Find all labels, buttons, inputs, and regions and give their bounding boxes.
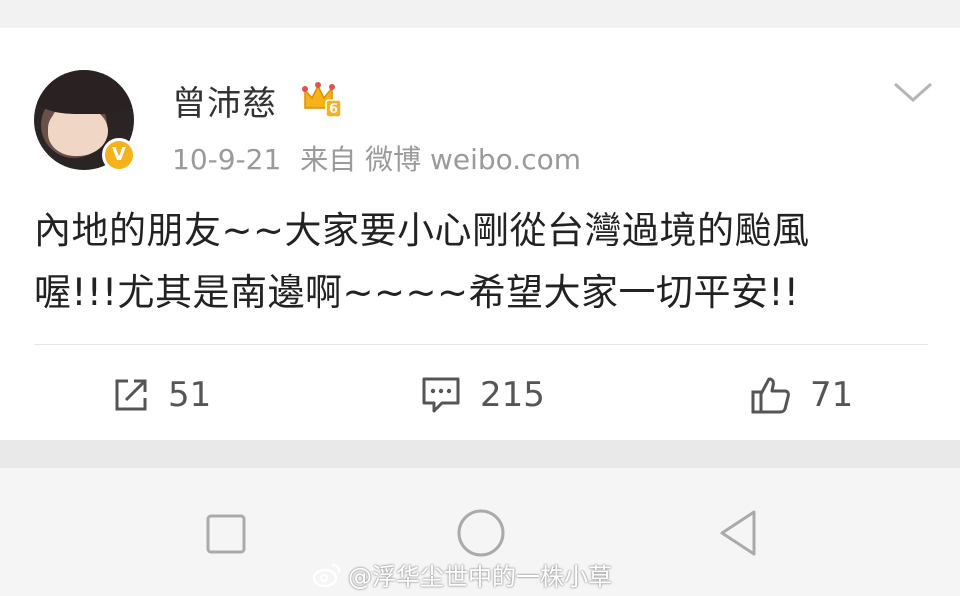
comment-button[interactable]: 215 <box>420 370 545 420</box>
post-timestamp: 10-9-21 <box>172 143 282 176</box>
triangle-back-icon[interactable] <box>716 508 760 558</box>
avatar-hair <box>34 70 134 114</box>
post-meta: 10-9-21 来自 微博 weibo.com <box>172 138 591 178</box>
verified-badge: V <box>102 138 136 172</box>
watermark: @浮华尘世中的一株小草 <box>312 557 612 592</box>
post-text: 內地的朋友~~大家要小心剛從台灣過境的颱風 喔!!!尤其是南邊啊~~~~希望大家… <box>34 200 934 324</box>
repost-button[interactable]: 51 <box>112 370 211 420</box>
weibo-logo-icon <box>312 563 341 587</box>
level-number: 6 <box>329 102 338 117</box>
divider <box>34 344 928 345</box>
post-source: 来自 微博 weibo.com <box>300 143 582 176</box>
repost-icon <box>115 379 147 411</box>
like-count: 71 <box>810 375 854 415</box>
top-gap <box>0 0 960 28</box>
watermark-text: @浮华尘世中的一株小草 <box>348 563 612 591</box>
username[interactable]: 曾沛慈 <box>172 76 277 125</box>
like-button[interactable]: 71 <box>750 370 853 420</box>
post-text-line: 喔!!!尤其是南邊啊~~~~希望大家一切平安!! <box>34 271 800 314</box>
post-text-line: 內地的朋友~~大家要小心剛從台灣過境的颱風 <box>34 209 810 252</box>
square-icon[interactable] <box>206 514 246 554</box>
repost-count: 51 <box>168 375 212 415</box>
comment-icon <box>422 377 460 413</box>
comment-count: 215 <box>480 375 545 415</box>
thumbs-up-icon <box>751 377 790 414</box>
crown-level-icon: 6 <box>302 82 342 118</box>
separator-band <box>0 440 960 468</box>
chevron-down-icon[interactable] <box>892 80 934 104</box>
circle-icon[interactable] <box>456 508 506 558</box>
